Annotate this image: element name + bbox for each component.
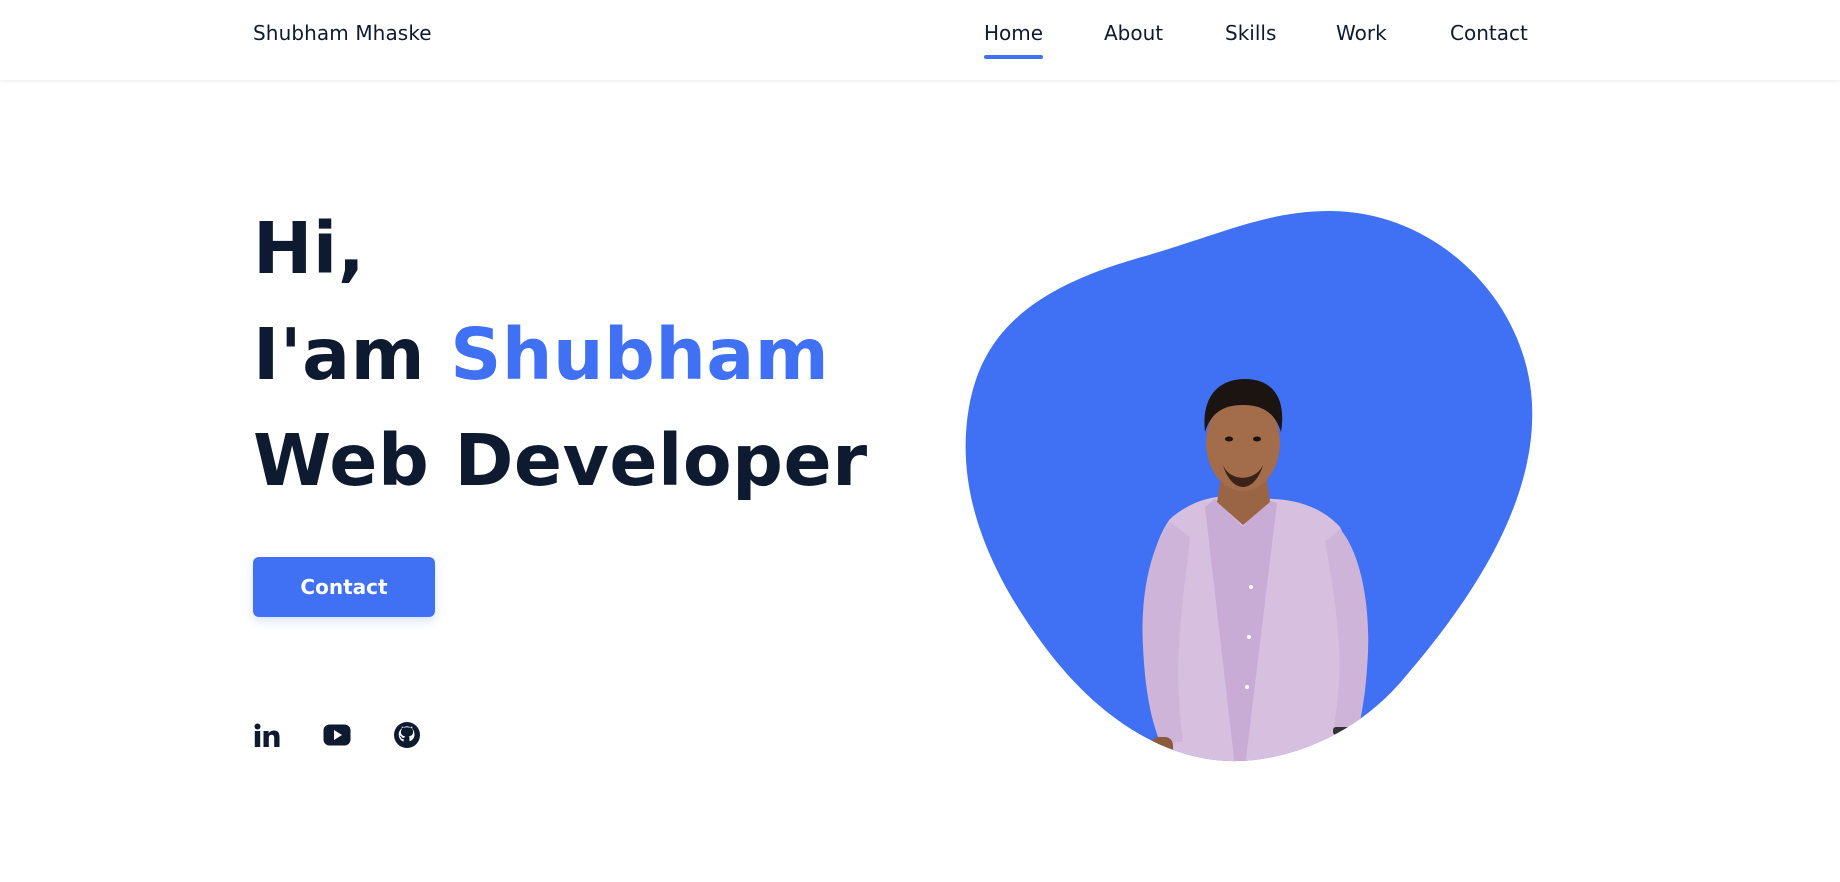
hero-title: Hi, I'am Shubham Web Developer bbox=[253, 196, 868, 514]
contact-button[interactable]: Contact bbox=[253, 557, 435, 617]
hero-illustration bbox=[965, 211, 1533, 762]
nav-item-skills[interactable]: Skills bbox=[1225, 21, 1276, 45]
youtube-icon bbox=[323, 724, 351, 746]
github-link[interactable] bbox=[392, 720, 422, 750]
hero-role: Web Developer bbox=[253, 419, 868, 502]
nav-item-work[interactable]: Work bbox=[1336, 21, 1387, 45]
github-icon bbox=[394, 722, 420, 748]
main-nav: Home About Skills Work Contact bbox=[0, 0, 1840, 80]
hero-intro-line: I'am Shubham bbox=[253, 302, 868, 408]
hero-intro-prefix: I'am bbox=[253, 313, 426, 396]
hero-greeting: Hi, bbox=[253, 207, 366, 290]
hero-name: Shubham bbox=[450, 313, 830, 396]
nav-item-about[interactable]: About bbox=[1104, 21, 1163, 45]
linkedin-link[interactable] bbox=[252, 720, 282, 750]
site-header: Shubham Mhaske Home About Skills Work Co… bbox=[0, 0, 1840, 80]
nav-item-home[interactable]: Home bbox=[984, 21, 1044, 59]
nav-item-contact[interactable]: Contact bbox=[1450, 21, 1528, 45]
youtube-link[interactable] bbox=[322, 720, 352, 750]
linkedin-icon bbox=[254, 723, 280, 747]
